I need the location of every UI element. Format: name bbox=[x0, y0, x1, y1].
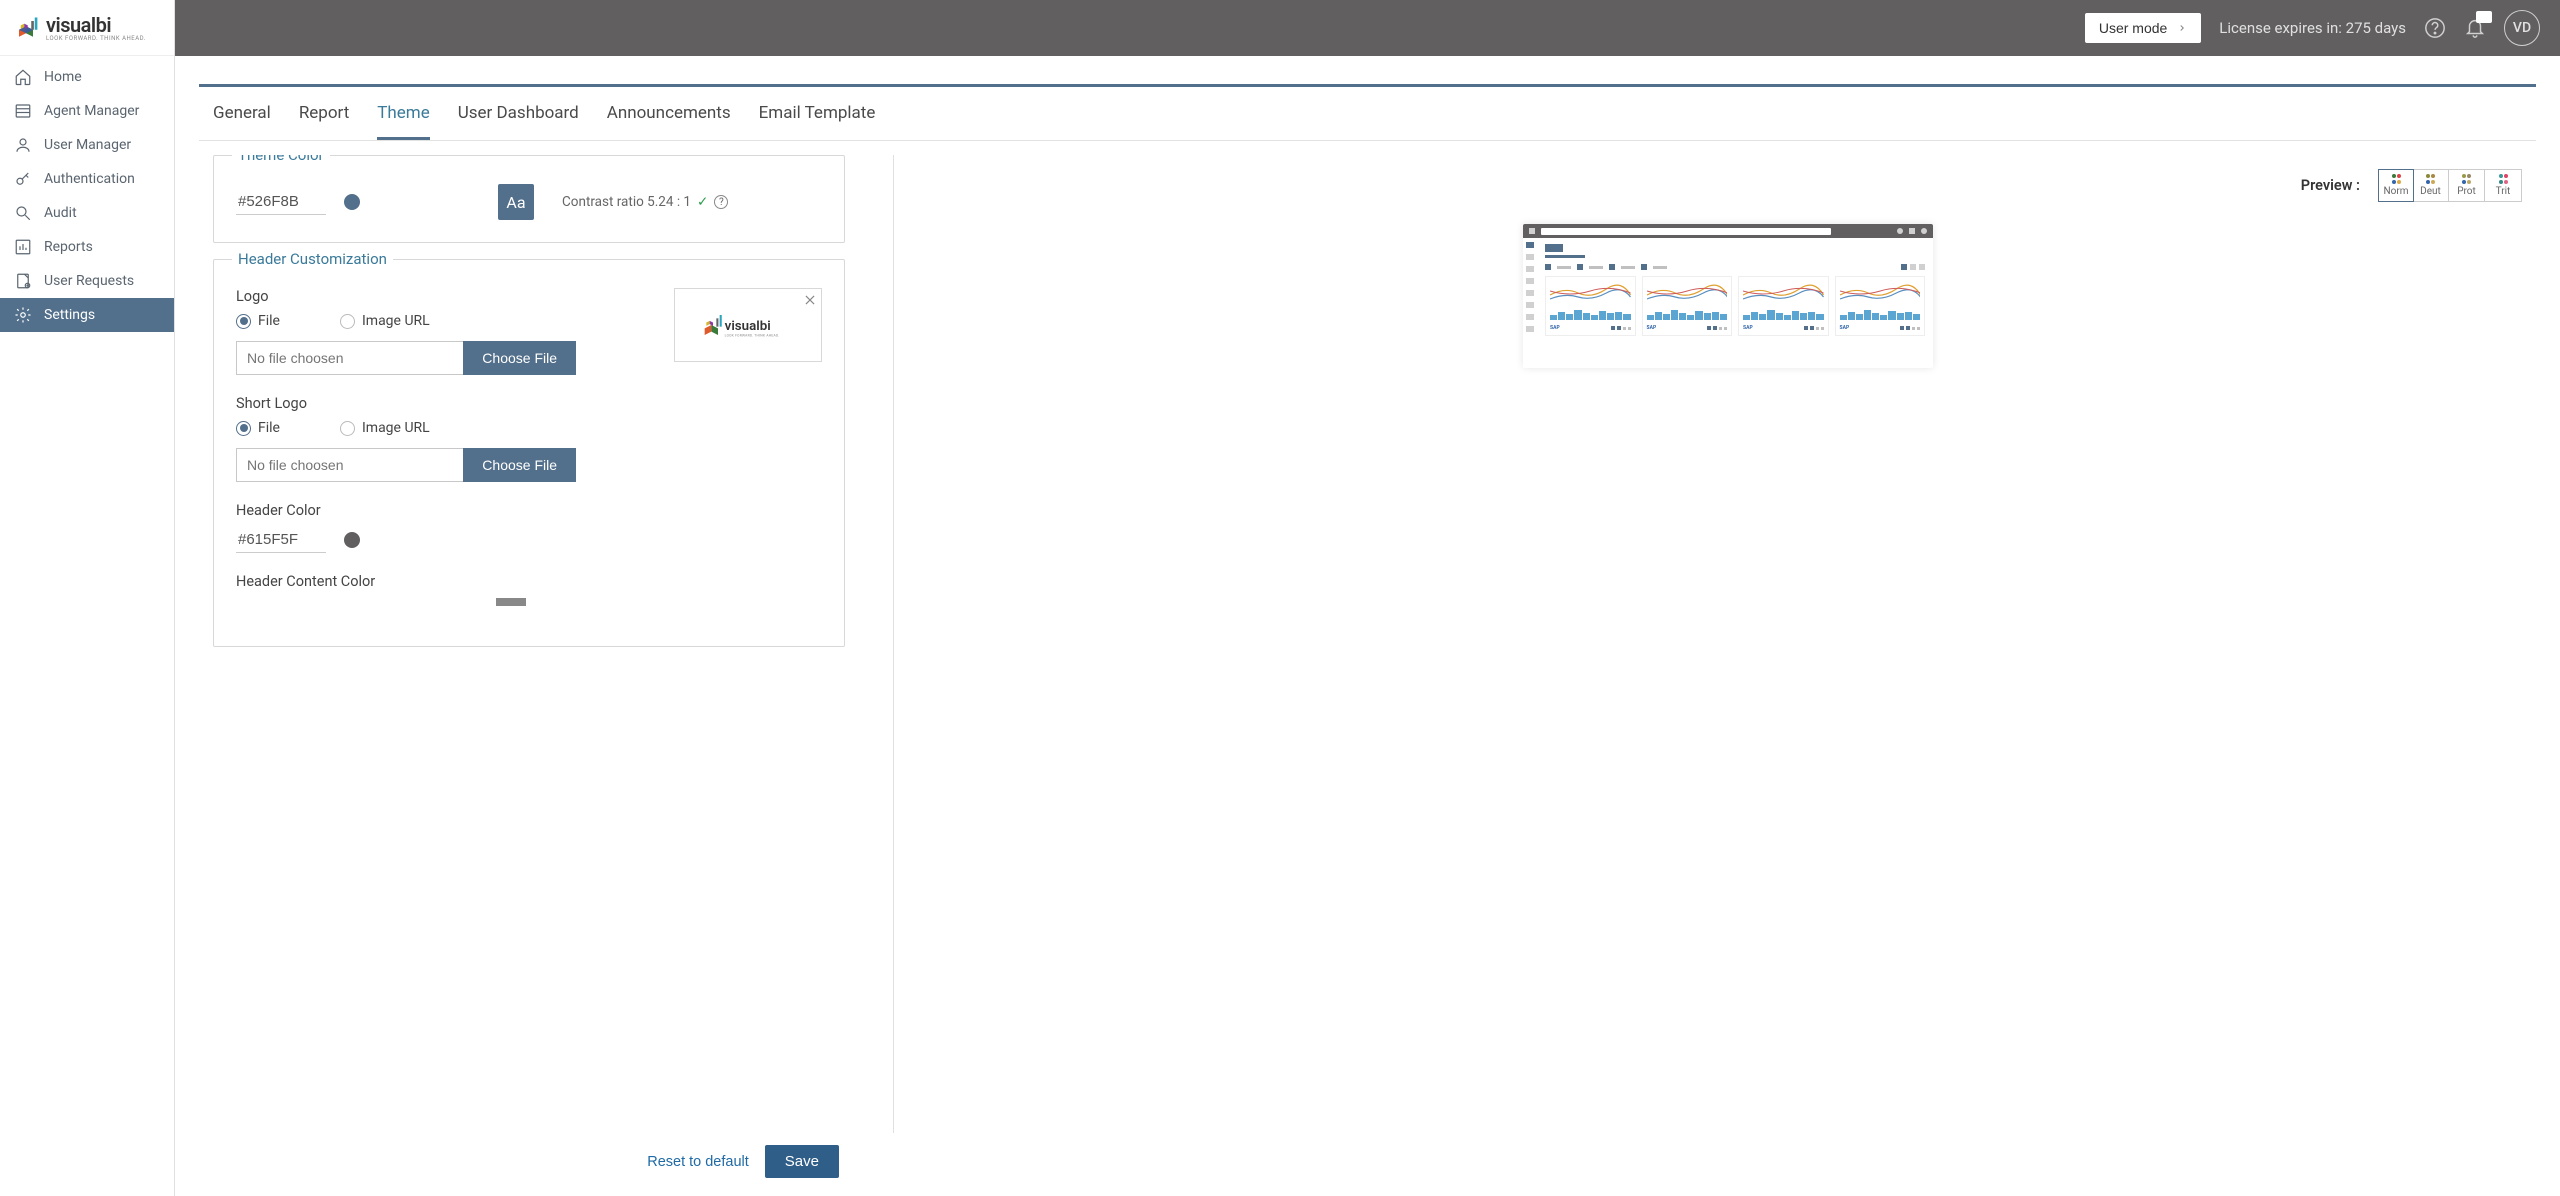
settings-tabs: General Report Theme User Dashboard Anno… bbox=[199, 87, 2536, 141]
user-mode-button[interactable]: User mode bbox=[2085, 13, 2201, 43]
theme-hex-input[interactable] bbox=[236, 189, 326, 215]
logo-preview-image: visualbi LOOK FORWARD. THINK AHEAD. bbox=[698, 308, 798, 342]
svg-text:visualbi: visualbi bbox=[725, 319, 771, 334]
header-color-label: Header Color bbox=[236, 502, 822, 519]
chevron-right-icon bbox=[2177, 23, 2187, 33]
sidebar-item-audit[interactable]: Audit bbox=[0, 196, 174, 230]
form-actions: Reset to default Save bbox=[199, 1133, 853, 1196]
tab-email-template[interactable]: Email Template bbox=[759, 87, 876, 140]
chart-icon bbox=[14, 238, 32, 256]
search-icon bbox=[14, 204, 32, 222]
header-content-swatch[interactable] bbox=[496, 598, 526, 606]
short-logo-label: Short Logo bbox=[236, 395, 822, 412]
save-button[interactable]: Save bbox=[765, 1145, 839, 1178]
sidebar-item-reports[interactable]: Reports bbox=[0, 230, 174, 264]
sidebar-item-label: Agent Manager bbox=[44, 103, 139, 119]
logo-cube-icon bbox=[12, 14, 40, 42]
check-icon: ✓ bbox=[697, 194, 708, 210]
tab-report[interactable]: Report bbox=[299, 87, 349, 140]
theme-form: Theme Color Aa Contrast ratio 5.24 : 1 ✓… bbox=[213, 155, 853, 1133]
theme-color-fieldset: Theme Color Aa Contrast ratio 5.24 : 1 ✓… bbox=[213, 155, 845, 243]
logo-file-input[interactable] bbox=[236, 341, 463, 375]
home-icon bbox=[14, 68, 32, 86]
sidebar-item-user-manager[interactable]: User Manager bbox=[0, 128, 174, 162]
brand-logo: visualbi LOOK FORWARD. THINK AHEAD. bbox=[0, 0, 174, 56]
tab-announcements[interactable]: Announcements bbox=[607, 87, 731, 140]
contrast-sample: Aa bbox=[498, 184, 534, 220]
logo-preview: visualbi LOOK FORWARD. THINK AHEAD. bbox=[674, 288, 822, 362]
sidebar-item-settings[interactable]: Settings bbox=[0, 298, 174, 332]
tab-general[interactable]: General bbox=[213, 87, 271, 140]
sidebar-item-label: User Requests bbox=[44, 273, 134, 289]
main-area: User mode License expires in: 275 days V… bbox=[175, 0, 2560, 1196]
content-area: General Report Theme User Dashboard Anno… bbox=[175, 56, 2560, 1196]
logo-radio-url[interactable]: Image URL bbox=[340, 313, 430, 329]
vertical-divider bbox=[893, 155, 894, 1133]
sidebar-nav: Home Agent Manager User Manager Authenti… bbox=[0, 56, 174, 336]
app-header: User mode License expires in: 275 days V… bbox=[175, 0, 2560, 56]
sidebar-item-label: Audit bbox=[44, 205, 77, 221]
logo-label: Logo bbox=[236, 288, 618, 305]
preview-panel: Preview : Norm Deut bbox=[934, 155, 2522, 1133]
logo-choose-file-button[interactable]: Choose File bbox=[463, 341, 576, 375]
sidebar-item-label: Settings bbox=[44, 307, 95, 323]
help-button[interactable] bbox=[2424, 17, 2446, 39]
notification-badge bbox=[2476, 11, 2492, 23]
header-color-hex-input[interactable] bbox=[236, 527, 326, 553]
header-customization-fieldset: Header Customization Logo File Image URL bbox=[213, 259, 845, 647]
preview-label: Preview : bbox=[2301, 177, 2360, 194]
logo-radio-file[interactable]: File bbox=[236, 313, 280, 329]
help-icon bbox=[2424, 17, 2446, 39]
request-icon bbox=[14, 272, 32, 290]
sidebar: visualbi LOOK FORWARD. THINK AHEAD. Home… bbox=[0, 0, 175, 1196]
tab-user-dashboard[interactable]: User Dashboard bbox=[458, 87, 579, 140]
brand-name: visualbi bbox=[46, 13, 146, 37]
short-logo-radio-file[interactable]: File bbox=[236, 420, 280, 436]
brand-tagline: LOOK FORWARD. THINK AHEAD. bbox=[46, 35, 146, 42]
short-logo-radio-url[interactable]: Image URL bbox=[340, 420, 430, 436]
user-mode-label: User mode bbox=[2099, 20, 2167, 36]
license-text: License expires in: 275 days bbox=[2219, 19, 2406, 37]
theme-preview-mockup: SAP SAP bbox=[1523, 224, 1933, 368]
theme-color-swatch[interactable] bbox=[344, 194, 360, 210]
user-avatar[interactable]: VD bbox=[2504, 10, 2540, 46]
remove-logo-button[interactable] bbox=[803, 293, 817, 311]
key-icon bbox=[14, 170, 32, 188]
tab-theme[interactable]: Theme bbox=[377, 87, 429, 140]
cb-option-norm[interactable]: Norm bbox=[2378, 169, 2414, 202]
help-icon[interactable]: ? bbox=[714, 195, 728, 209]
sidebar-item-user-requests[interactable]: User Requests bbox=[0, 264, 174, 298]
sidebar-item-home[interactable]: Home bbox=[0, 60, 174, 94]
sidebar-item-label: User Manager bbox=[44, 137, 131, 153]
cb-option-prot[interactable]: Prot bbox=[2449, 170, 2485, 201]
theme-color-legend: Theme Color bbox=[232, 155, 330, 164]
sidebar-item-label: Authentication bbox=[44, 171, 135, 187]
sidebar-item-authentication[interactable]: Authentication bbox=[0, 162, 174, 196]
cb-option-deut[interactable]: Deut bbox=[2413, 170, 2449, 201]
cb-option-trit[interactable]: Trit bbox=[2485, 170, 2521, 201]
short-logo-file-input[interactable] bbox=[236, 448, 463, 482]
header-color-swatch[interactable] bbox=[344, 532, 360, 548]
reset-button[interactable]: Reset to default bbox=[647, 1154, 749, 1170]
header-customization-legend: Header Customization bbox=[232, 250, 393, 268]
color-blind-selector: Norm Deut Prot bbox=[2378, 169, 2522, 202]
contrast-ratio-text: Contrast ratio 5.24 : 1 ✓ ? bbox=[562, 194, 728, 210]
gear-icon bbox=[14, 306, 32, 324]
svg-text:LOOK FORWARD. THINK AHEAD.: LOOK FORWARD. THINK AHEAD. bbox=[725, 334, 780, 338]
sidebar-item-label: Home bbox=[44, 69, 82, 85]
header-content-color-label: Header Content Color bbox=[236, 573, 822, 590]
close-icon bbox=[803, 293, 817, 307]
notifications-button[interactable] bbox=[2464, 17, 2486, 39]
list-icon bbox=[14, 102, 32, 120]
sidebar-item-label: Reports bbox=[44, 239, 93, 255]
sidebar-item-agent-manager[interactable]: Agent Manager bbox=[0, 94, 174, 128]
short-logo-choose-file-button[interactable]: Choose File bbox=[463, 448, 576, 482]
user-icon bbox=[14, 136, 32, 154]
